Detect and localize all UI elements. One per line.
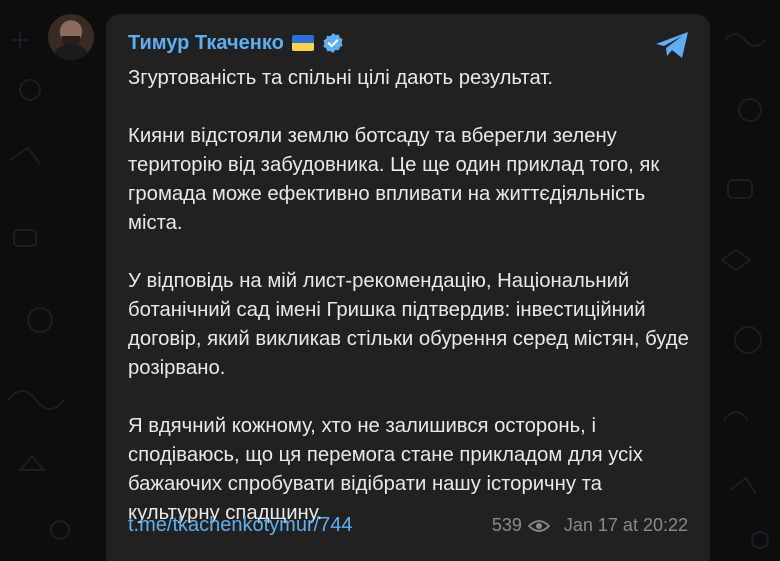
- author-avatar[interactable]: [48, 14, 94, 60]
- message-paragraph: Я вдячний кожному, хто не залишився осто…: [128, 415, 643, 524]
- message-paragraph: Кияни відстояли землю ботсаду та вберегл…: [128, 125, 660, 234]
- message-bubble: Тимур Ткаченко Згуртованість та спільні …: [106, 14, 710, 561]
- eye-icon: [527, 519, 550, 532]
- message-paragraph: У відповідь на мій лист-рекомендацію, На…: [128, 270, 689, 379]
- message-paragraph: Згуртованість та спільні цілі дають резу…: [128, 67, 553, 89]
- message-text: Згуртованість та спільні цілі дають резу…: [128, 64, 698, 557]
- verified-badge-icon: [323, 33, 343, 53]
- ukraine-flag-icon: [291, 35, 314, 51]
- message-footer: t.me/tkachenkotymur/744 539 Jan 17 at 20…: [128, 514, 688, 537]
- message-timestamp: Jan 17 at 20:22: [563, 515, 688, 535]
- message-meta: 539 Jan 17 at 20:22: [492, 515, 688, 536]
- message-header: Тимур Ткаченко: [128, 31, 344, 55]
- author-name[interactable]: Тимур Ткаченко: [128, 31, 284, 55]
- telegram-plane-icon[interactable]: [654, 30, 690, 60]
- view-count: 539: [491, 515, 522, 535]
- post-link[interactable]: t.me/tkachenkotymur/744: [128, 514, 353, 537]
